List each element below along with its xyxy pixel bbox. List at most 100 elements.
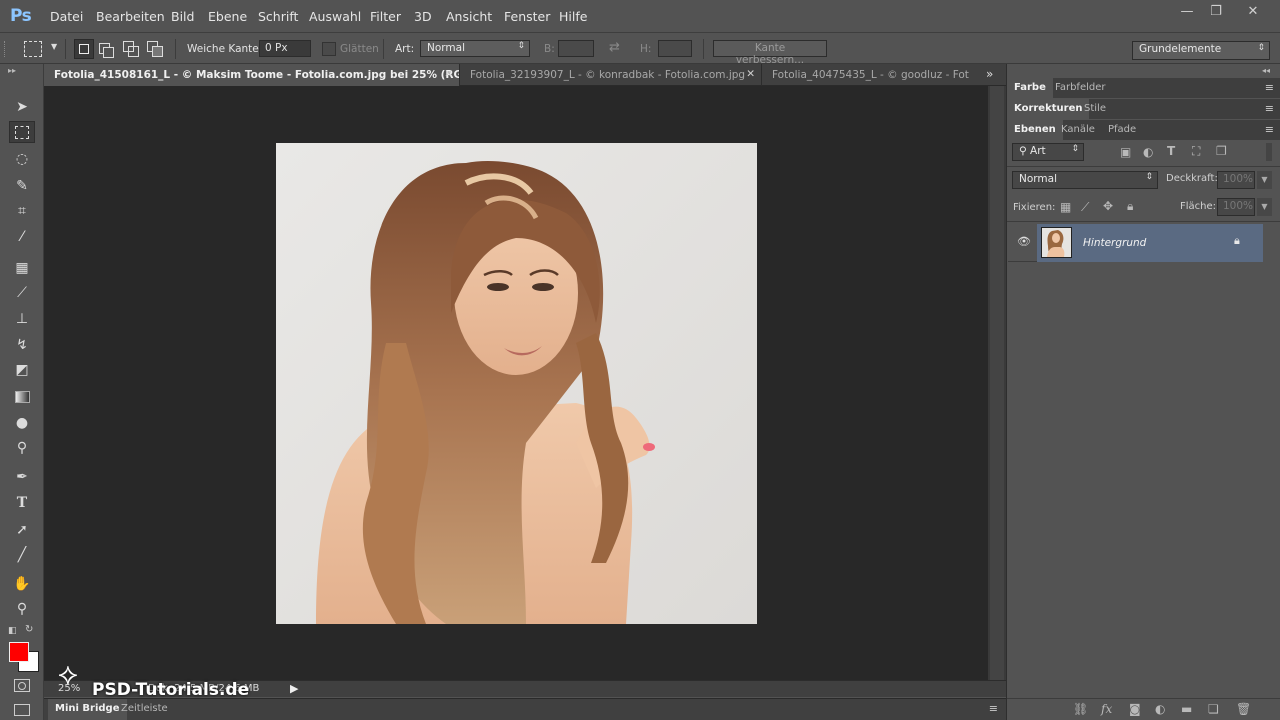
grip-handle[interactable]: [4, 41, 9, 57]
menu-schrift[interactable]: Schrift: [258, 9, 298, 24]
tab-farbfelder[interactable]: Farbfelder: [1048, 78, 1112, 98]
tab-pfade[interactable]: Pfade: [1101, 120, 1143, 140]
trash-icon[interactable]: 🗑︎: [1236, 702, 1251, 716]
path-selection-tool-icon[interactable]: ➚: [9, 519, 35, 541]
line-tool-icon[interactable]: ╱: [9, 544, 35, 566]
layer-row-hintergrund[interactable]: Hintergrund 🔒︎: [1037, 224, 1263, 262]
layer-filter-select[interactable]: ⚲ Art ⇕: [1012, 143, 1084, 161]
marquee-preset-icon[interactable]: [24, 41, 42, 57]
add-mask-icon[interactable]: ◙: [1129, 702, 1141, 716]
fill-input[interactable]: 100%: [1217, 198, 1255, 216]
tab-mini-bridge[interactable]: Mini Bridge: [48, 699, 127, 720]
panel-menu-icon[interactable]: ≡: [1265, 123, 1274, 136]
fx-icon[interactable]: fx: [1101, 702, 1112, 716]
minimize-button[interactable]: —: [1174, 2, 1200, 20]
lasso-tool-icon[interactable]: ◌: [9, 148, 35, 170]
foreground-color-swatch[interactable]: [9, 642, 29, 662]
tab-farbe[interactable]: Farbe: [1007, 78, 1053, 98]
hand-tool-icon[interactable]: ✋: [9, 573, 35, 595]
opacity-input[interactable]: 100%: [1217, 171, 1255, 189]
blur-tool-icon[interactable]: ●: [9, 412, 35, 434]
dodge-tool-icon[interactable]: ⚲: [9, 437, 35, 459]
history-brush-tool-icon[interactable]: ↯: [9, 334, 35, 356]
menu-3d[interactable]: 3D: [414, 9, 432, 24]
subtract-selection-button[interactable]: [123, 41, 139, 57]
lock-image-icon[interactable]: ⟋: [1081, 200, 1089, 215]
antialias-checkbox[interactable]: [322, 42, 336, 56]
filter-adjustment-icon[interactable]: ◐: [1143, 145, 1153, 159]
menu-auswahl[interactable]: Auswahl: [309, 9, 361, 24]
panel-menu-icon[interactable]: ≡: [989, 702, 998, 715]
lock-transparent-icon[interactable]: ▦: [1060, 200, 1071, 214]
collapse-panels-icon[interactable]: ◂◂: [1262, 66, 1270, 75]
gradient-tool-icon[interactable]: [9, 386, 35, 408]
pen-tool-icon[interactable]: ✒: [9, 466, 35, 488]
link-layers-icon[interactable]: ⛓: [1073, 702, 1088, 716]
filter-shape-icon[interactable]: ⛶: [1192, 144, 1200, 159]
chevron-down-icon[interactable]: ▼: [51, 42, 57, 51]
eye-icon[interactable]: 👁︎: [1017, 235, 1031, 248]
quick-selection-tool-icon[interactable]: ✎: [9, 175, 35, 197]
layer-name[interactable]: Hintergrund: [1083, 237, 1146, 249]
chevron-down-icon[interactable]: ▼: [1257, 171, 1272, 189]
menu-fenster[interactable]: Fenster: [504, 9, 550, 24]
layer-visibility-cell[interactable]: 👁︎: [1008, 224, 1037, 262]
close-icon[interactable]: ✕: [746, 68, 755, 80]
new-group-icon[interactable]: ▬: [1181, 702, 1192, 716]
tab-document-1[interactable]: Fotolia_41508161_L - © Maksim Toome - Fo…: [44, 64, 460, 86]
filter-smart-object-icon[interactable]: ❐: [1216, 144, 1227, 158]
tab-document-3[interactable]: Fotolia_40475435_L - © goodluz - Fot: [762, 64, 977, 86]
filter-pixel-icon[interactable]: ▣: [1120, 145, 1131, 159]
tab-timeline[interactable]: Zeitleiste: [120, 699, 175, 720]
height-input[interactable]: [658, 40, 692, 57]
menu-ebene[interactable]: Ebene: [208, 9, 247, 24]
menu-bild[interactable]: Bild: [171, 9, 194, 24]
intersect-selection-button[interactable]: [147, 41, 163, 57]
maximize-button[interactable]: ❐: [1203, 2, 1229, 20]
panel-menu-icon[interactable]: ≡: [1265, 81, 1274, 94]
refine-edge-button[interactable]: Kante verbessern...: [713, 40, 827, 66]
chevron-down-icon[interactable]: ▼: [1257, 198, 1272, 216]
crop-tool-icon[interactable]: ⌗: [9, 200, 35, 222]
new-selection-button[interactable]: [74, 39, 94, 59]
menu-ansicht[interactable]: Ansicht: [446, 9, 492, 24]
feather-input[interactable]: 0 Px: [259, 40, 311, 57]
menu-filter[interactable]: Filter: [370, 9, 401, 24]
tab-document-2[interactable]: Fotolia_32193907_L - © konradbak - Fotol…: [460, 64, 762, 86]
move-tool-icon[interactable]: ➤: [9, 96, 35, 118]
brush-tool-icon[interactable]: ⟋: [9, 282, 35, 304]
marquee-tool-icon[interactable]: [9, 121, 35, 143]
new-layer-icon[interactable]: ❏: [1208, 702, 1219, 716]
clone-stamp-tool-icon[interactable]: ⊥: [9, 308, 35, 330]
status-menu-arrow-icon[interactable]: ▶: [290, 682, 298, 695]
quick-mask-icon[interactable]: [14, 679, 30, 692]
width-input[interactable]: [558, 40, 594, 57]
filter-type-icon[interactable]: T: [1167, 144, 1175, 158]
close-icon[interactable]: ✕: [444, 68, 453, 80]
lock-all-icon[interactable]: 🔒︎: [1127, 199, 1133, 214]
blend-mode-select[interactable]: Normal ⇕: [1012, 171, 1158, 189]
vertical-scrollbar[interactable]: [988, 86, 1006, 680]
workspace-select[interactable]: Grundelemente ⇕: [1132, 41, 1270, 60]
healing-brush-tool-icon[interactable]: ▦: [9, 257, 35, 279]
filter-toggle[interactable]: [1266, 143, 1272, 161]
tab-overflow-icon[interactable]: »: [986, 67, 993, 81]
default-colors-icon[interactable]: ◧: [8, 626, 17, 636]
expand-toolbar-icon[interactable]: ▸▸: [8, 66, 16, 75]
menu-datei[interactable]: Datei: [50, 9, 83, 24]
panel-menu-icon[interactable]: ≡: [1265, 102, 1274, 115]
swap-icon[interactable]: ⇄: [609, 40, 620, 55]
screen-mode-icon[interactable]: [14, 704, 30, 716]
swap-colors-icon[interactable]: ↻: [25, 624, 33, 635]
close-button[interactable]: ✕: [1240, 2, 1266, 20]
menu-bearbeiten[interactable]: Bearbeiten: [96, 9, 165, 24]
adjustment-layer-icon[interactable]: ◐: [1155, 702, 1165, 716]
zoom-tool-icon[interactable]: ⚲: [9, 598, 35, 620]
style-select[interactable]: Normal ⇕: [420, 40, 530, 57]
type-tool-icon[interactable]: T: [9, 492, 35, 514]
tab-stile[interactable]: Stile: [1077, 99, 1113, 119]
tab-kanaele[interactable]: Kanäle: [1054, 120, 1102, 140]
add-selection-button[interactable]: [99, 41, 115, 58]
document-image[interactable]: [276, 143, 757, 624]
eraser-tool-icon[interactable]: ◩: [9, 359, 35, 381]
